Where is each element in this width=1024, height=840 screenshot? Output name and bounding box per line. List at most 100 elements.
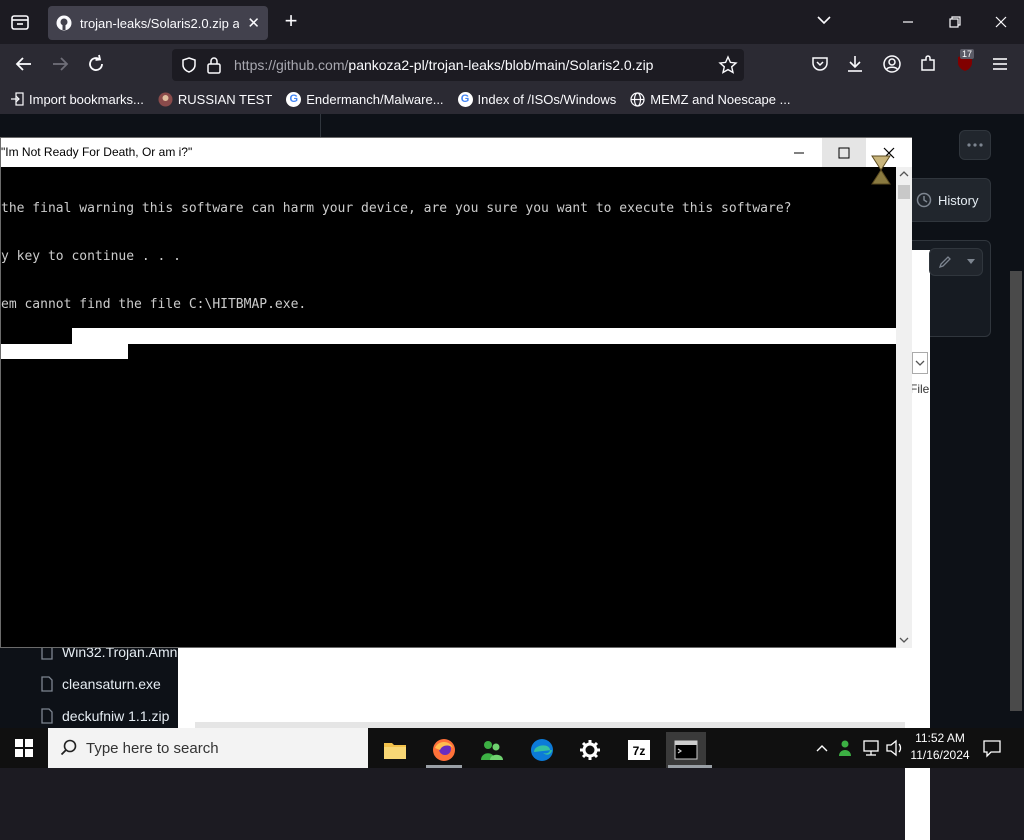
bookmark-label: Endermanch/Malware... [306, 91, 444, 107]
action-center-button[interactable] [982, 738, 1002, 758]
url-path: pankoza2-pl/trojan-leaks/blob/main/Solar… [348, 57, 654, 73]
new-tab-button[interactable]: + [280, 10, 302, 34]
list-all-tabs-button[interactable] [8, 10, 32, 34]
bookmarks-toolbar: Import bookmarks... RUSSIAN TEST G Ender… [0, 84, 1024, 114]
reload-icon [89, 54, 103, 71]
address-bar[interactable]: https://github.com/pankoza2-pl/trojan-le… [172, 49, 744, 81]
taskbar-file-explorer[interactable] [375, 732, 415, 768]
favicon-icon [158, 92, 173, 106]
forward-button[interactable] [48, 52, 72, 76]
history-button[interactable]: History [905, 178, 991, 222]
chevron-up-icon [816, 745, 828, 752]
import-icon [11, 92, 24, 106]
downloads-button[interactable] [845, 54, 865, 74]
bookmark-label: Import bookmarks... [29, 91, 144, 107]
history-label: History [938, 192, 979, 208]
file-content-area [178, 648, 908, 728]
dropdown-chevron-icon[interactable] [912, 352, 928, 374]
volume-icon[interactable] [885, 739, 905, 757]
tab-overflow-chevron-icon[interactable] [816, 12, 832, 28]
search-icon [60, 739, 77, 756]
hourglass-cursor-icon [870, 154, 892, 186]
page-scrollbar[interactable] [1010, 271, 1022, 711]
window-minimize-button[interactable] [896, 10, 920, 34]
console-minimize-button[interactable] [777, 138, 821, 167]
files-column-label: File [910, 382, 930, 396]
console-titlebar[interactable]: "Im Not Ready For Death, Or am i?" [1, 138, 912, 167]
globe-icon [630, 91, 645, 107]
ublock-extension-button[interactable]: 17 [954, 49, 978, 76]
tray-people-icon[interactable] [837, 738, 857, 758]
reload-button[interactable] [84, 52, 108, 76]
back-button[interactable] [12, 52, 36, 76]
bookmark-label: RUSSIAN TEST [177, 91, 273, 107]
bookmark-memz[interactable]: MEMZ and Noescape ... [630, 92, 790, 107]
bookmark-endermanch[interactable]: G Endermanch/Malware... [286, 91, 444, 107]
taskbar-search-box[interactable]: Type here to search [48, 728, 368, 768]
download-icon [848, 56, 862, 72]
bookmark-star-icon[interactable] [718, 55, 738, 75]
clock[interactable]: 11:52 AM 11/16/2024 [906, 730, 974, 766]
tracking-protection-shield-icon[interactable] [180, 56, 198, 74]
url-text: https://github.com/pankoza2-pl/trojan-le… [234, 57, 653, 73]
console-title: "Im Not Ready For Death, Or am i?" [1, 145, 193, 159]
taskbar-people[interactable] [472, 732, 512, 768]
hamburger-menu-icon [993, 58, 1007, 70]
file-item[interactable]: deckufniw 1.1.zip [40, 704, 169, 728]
people-icon [481, 741, 503, 760]
bookmark-import[interactable]: Import bookmarks... [10, 92, 144, 107]
scroll-down-icon[interactable] [896, 633, 912, 647]
tab-title: trojan-leaks/Solaris2.0.zip at m [80, 15, 240, 31]
app-menu-button[interactable] [990, 54, 1010, 74]
bookmark-russian-test[interactable]: RUSSIAN TEST [158, 92, 272, 107]
console-output[interactable]: the final warning this software can harm… [1, 169, 896, 345]
start-button[interactable] [0, 728, 48, 768]
caret-down-icon [966, 259, 975, 264]
console-scrollbar[interactable] [896, 167, 912, 648]
edge-icon [531, 739, 553, 761]
pocket-icon [812, 57, 828, 71]
taskbar-firefox[interactable] [424, 732, 464, 768]
console-line: the final warning this software can harm… [1, 201, 792, 216]
taskbar-edge[interactable] [522, 732, 562, 768]
lock-icon[interactable] [206, 56, 222, 74]
search-placeholder: Type here to search [86, 739, 219, 757]
notification-icon [983, 740, 1001, 758]
taskbar-7zip[interactable]: 7z [619, 732, 659, 768]
tab-active[interactable]: trojan-leaks/Solaris2.0.zip at m ✕ [48, 6, 268, 40]
extensions-button[interactable] [918, 54, 938, 74]
window-restore-button[interactable] [943, 10, 967, 34]
scrollbar-thumb[interactable] [898, 185, 910, 199]
folder-icon [384, 743, 406, 759]
bookmark-index-isos[interactable]: G Index of /ISOs/Windows [457, 91, 616, 107]
console-maximize-button[interactable] [822, 138, 866, 167]
svg-text:7z: 7z [633, 744, 646, 758]
tab-close-icon[interactable]: ✕ [247, 14, 260, 32]
show-hidden-icons-button[interactable] [814, 740, 830, 756]
file-icon [41, 708, 53, 724]
more-options-button[interactable] [959, 130, 991, 160]
glitch-bar [72, 328, 896, 344]
arrow-left-icon [15, 57, 31, 71]
github-icon [56, 15, 72, 31]
7zip-icon: 7z [628, 740, 650, 760]
minimize-icon [903, 21, 913, 23]
console-line: y key to continue . . . [1, 249, 182, 264]
taskbar-settings[interactable] [570, 732, 610, 768]
account-button[interactable] [882, 54, 902, 74]
sidebar-divider [320, 114, 321, 137]
account-icon [883, 55, 901, 73]
console-line: em cannot find the file C:\HITBMAP.exe. [1, 297, 307, 312]
scroll-up-icon[interactable] [896, 167, 912, 181]
edit-file-button[interactable] [929, 248, 983, 276]
taskbar-console[interactable] [666, 732, 706, 768]
minimize-icon [794, 152, 804, 153]
network-icon[interactable] [861, 739, 881, 757]
pocket-button[interactable] [810, 54, 830, 74]
google-icon: G [286, 91, 302, 107]
file-name: cleansaturn.exe [62, 676, 161, 692]
extension-badge: 17 [960, 49, 975, 59]
restore-icon [949, 16, 961, 28]
file-item[interactable]: cleansaturn.exe [40, 672, 161, 696]
window-close-button[interactable] [989, 10, 1013, 34]
